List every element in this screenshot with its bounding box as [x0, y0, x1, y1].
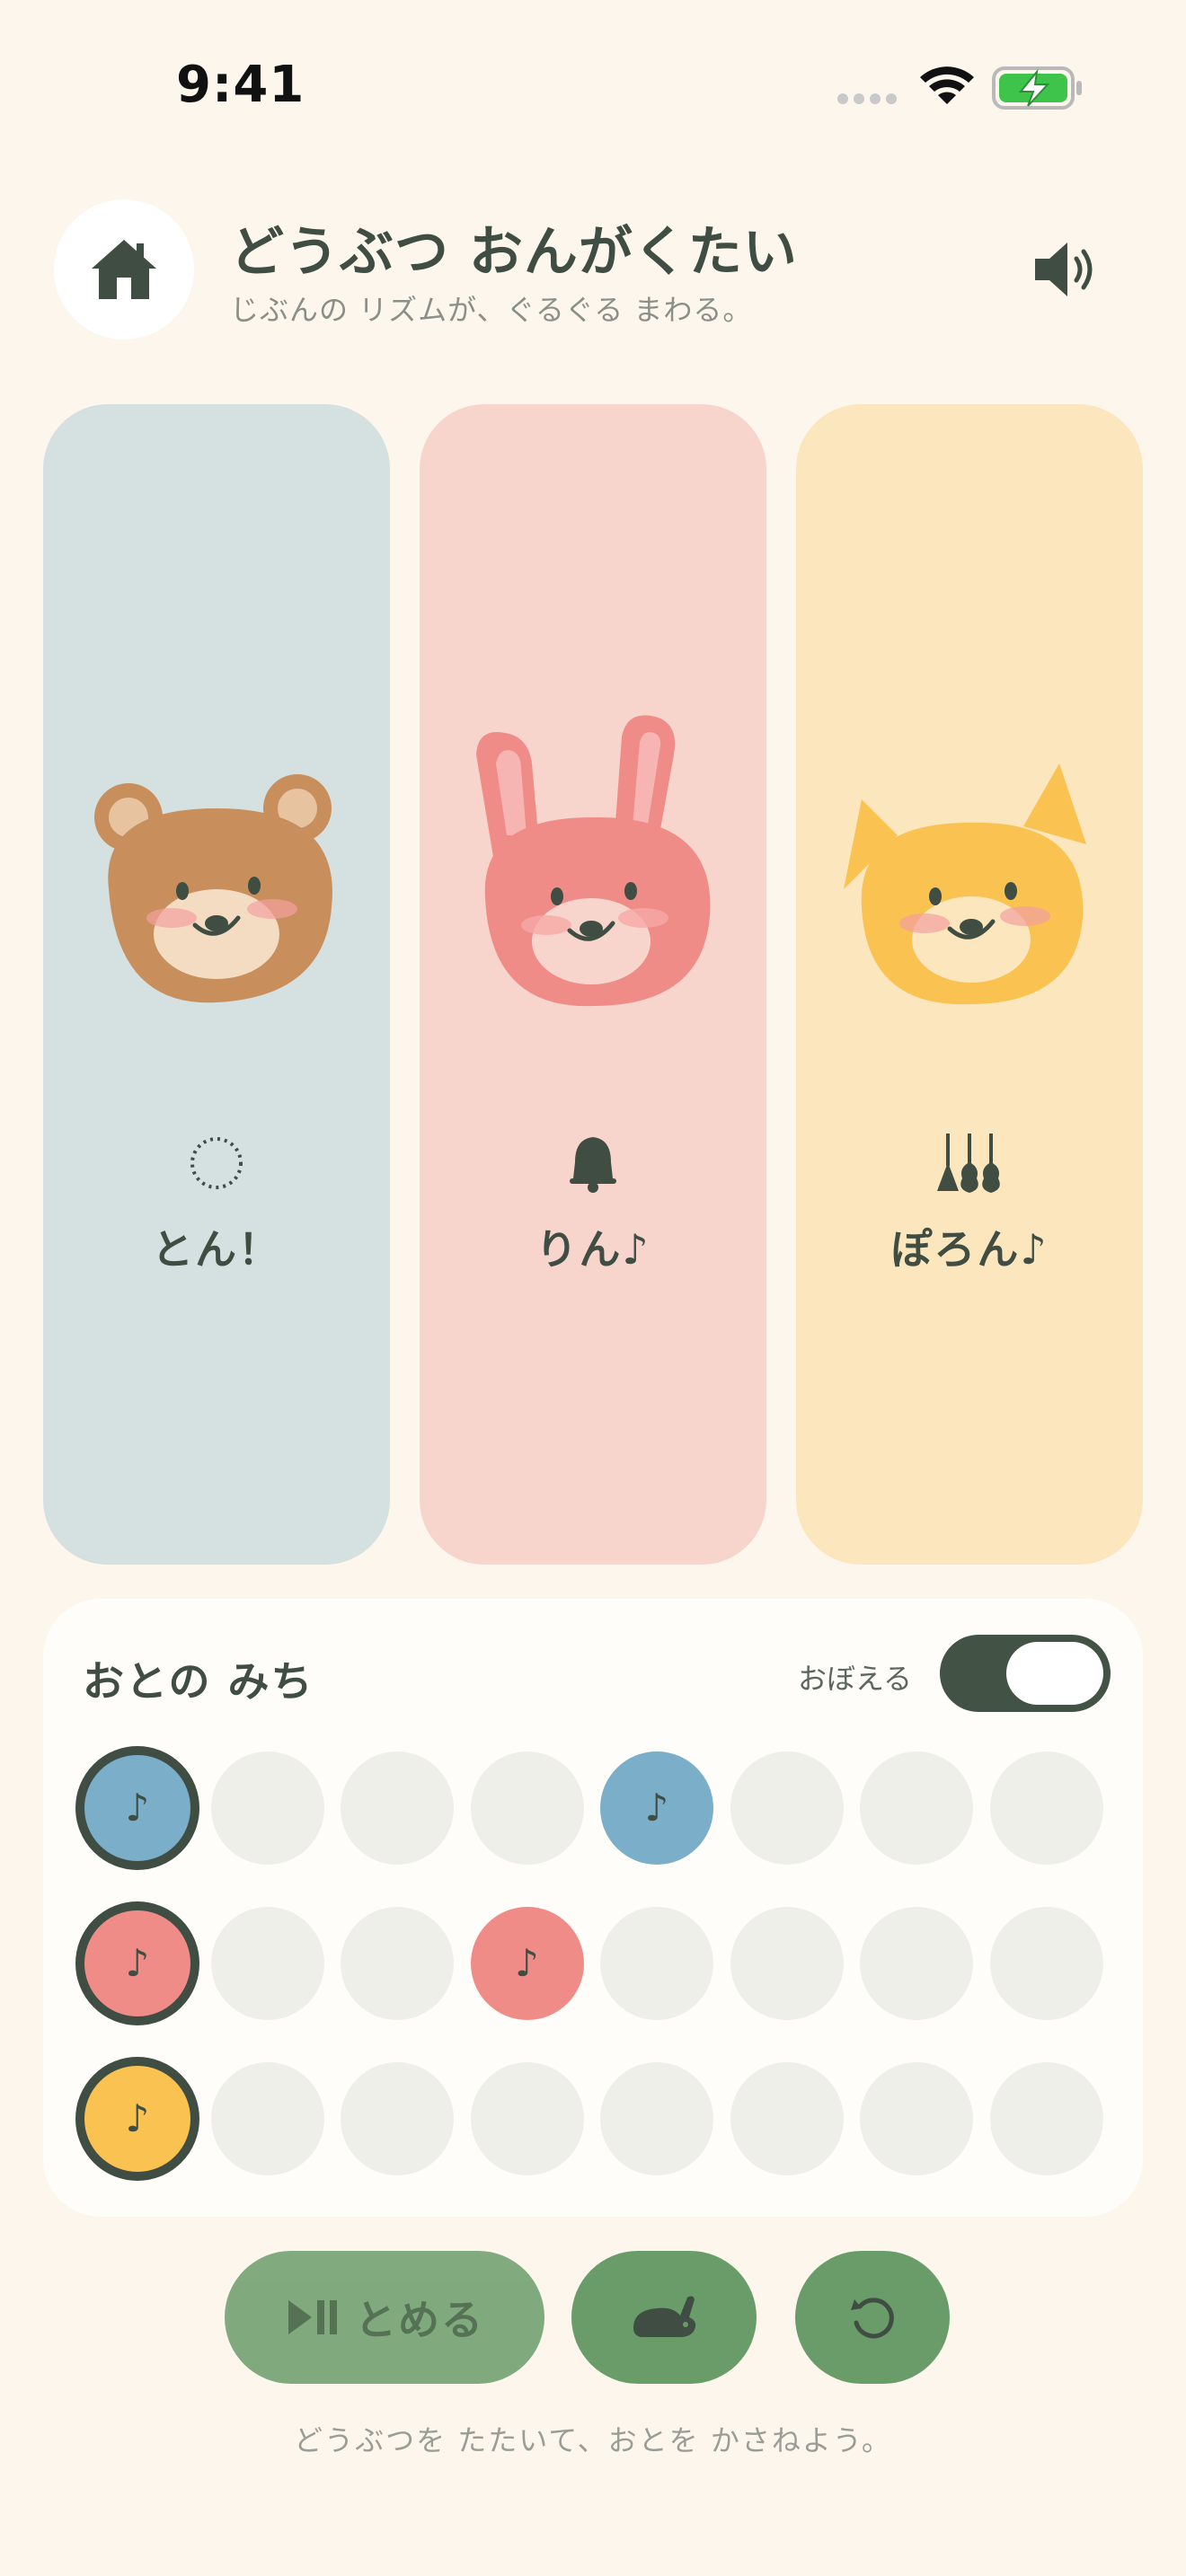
hint-text: どうぶつを たたいて、おとを かさねよう。 — [294, 2423, 892, 2457]
step-cell-cat-6[interactable] — [730, 2062, 844, 2175]
reset-button[interactable] — [795, 2251, 950, 2384]
step-cell-bunny-2[interactable] — [210, 1907, 324, 2020]
step-cell-bear-4[interactable] — [470, 1751, 584, 1865]
animal-label-bunny: りん♪ — [535, 1225, 651, 1274]
step-cell-bear-8[interactable] — [989, 1751, 1103, 1865]
home-button[interactable] — [54, 199, 194, 340]
step-cell-bear-3[interactable] — [341, 1751, 454, 1865]
memory-toggle[interactable] — [940, 1635, 1111, 1712]
rabbit-icon — [633, 2296, 696, 2337]
play-pause-icon — [288, 2300, 337, 2334]
status-time: 9:41 — [176, 56, 305, 114]
bear-face-icon — [94, 774, 332, 1003]
note-icon: ♪ — [644, 1786, 669, 1830]
memory-toggle-label: おぼえる — [798, 1662, 913, 1696]
step-cell-bunny-6[interactable] — [730, 1907, 844, 2020]
step-cell-bunny-7[interactable] — [860, 1907, 973, 2020]
status-icons — [837, 66, 1082, 110]
step-cell-cat-7[interactable] — [860, 2062, 973, 2175]
animal-card-bunny[interactable]: りん♪ — [420, 404, 766, 1565]
step-cell-cat-5[interactable] — [600, 2062, 713, 2175]
step-cell-bear-5[interactable]: ♪ — [600, 1751, 713, 1865]
step-cell-bear-6[interactable] — [730, 1751, 844, 1865]
step-cell-cat-2[interactable] — [210, 2062, 324, 2175]
home-icon — [92, 240, 156, 299]
animal-card-cat[interactable]: ぽろん♪ — [796, 404, 1143, 1565]
note-icon: ♪ — [125, 1786, 150, 1830]
animal-label-bear: とん！ — [152, 1225, 281, 1274]
step-cell-bunny-3[interactable] — [341, 1907, 454, 2020]
step-cell-bear-2[interactable] — [210, 1751, 324, 1865]
speed-button[interactable] — [571, 2251, 757, 2384]
stop-button[interactable]: とめる — [225, 2251, 544, 2384]
note-icon: ♪ — [125, 1941, 150, 1985]
note-icon: ♪ — [125, 2096, 150, 2140]
bell-icon — [570, 1137, 616, 1193]
dotted-circle-icon — [190, 1137, 243, 1189]
step-cell-cat-8[interactable] — [989, 2062, 1103, 2175]
guitars-icon — [937, 1134, 1000, 1193]
animal-label-cat: ぽろん♪ — [890, 1225, 1049, 1274]
wifi-icon — [920, 66, 974, 104]
step-cell-cat-1[interactable]: ♪ — [75, 2057, 199, 2181]
note-icon: ♪ — [515, 1941, 539, 1985]
sequencer-title: おとの みち — [83, 1657, 314, 1706]
step-cell-bunny-1[interactable]: ♪ — [75, 1901, 199, 2025]
animal-card-bear[interactable]: とん！ — [43, 404, 390, 1565]
toggle-knob — [1006, 1642, 1103, 1705]
step-cell-bunny-8[interactable] — [989, 1907, 1103, 2020]
bunny-face-icon — [476, 715, 711, 1007]
stop-button-label: とめる — [355, 2296, 484, 2344]
page-title: どうぶつ おんがくたい — [230, 221, 798, 284]
step-cell-bunny-4[interactable]: ♪ — [470, 1907, 584, 2020]
step-cell-cat-4[interactable] — [470, 2062, 584, 2175]
step-cell-bear-1[interactable]: ♪ — [75, 1746, 199, 1870]
step-cell-bunny-5[interactable] — [600, 1907, 713, 2020]
cat-face-icon — [844, 763, 1086, 1005]
signal-dots-icon — [837, 93, 897, 104]
step-cell-cat-3[interactable] — [341, 2062, 454, 2175]
step-cell-bear-7[interactable] — [860, 1751, 973, 1865]
page-subtitle: じぶんの リズムが、ぐるぐる まわる。 — [230, 293, 753, 327]
reset-icon — [851, 2298, 894, 2339]
battery-charging-icon — [992, 66, 1082, 110]
speaker-icon — [1035, 243, 1093, 296]
sound-button[interactable] — [1024, 234, 1105, 305]
